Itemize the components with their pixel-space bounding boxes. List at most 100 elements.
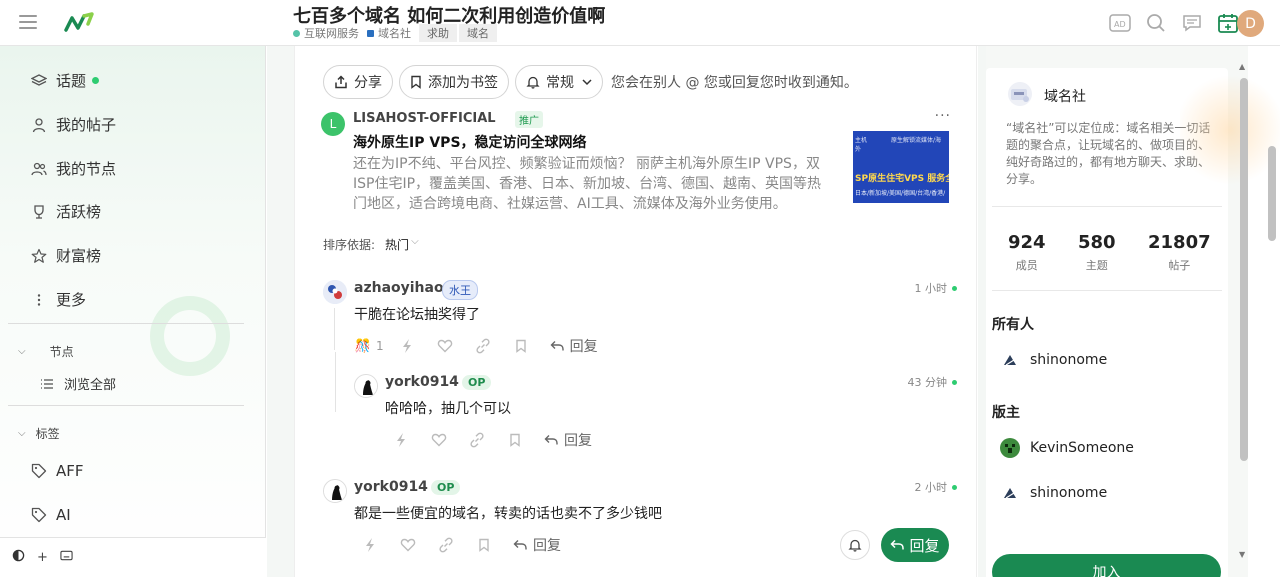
site-logo[interactable] xyxy=(64,12,96,34)
bookmark-icon[interactable] xyxy=(506,431,524,449)
sidebar-item-active-rank[interactable]: 活跃榜 xyxy=(30,201,101,222)
section-tags-header[interactable]: ⌵ 标签 xyxy=(18,425,60,442)
hamburger-menu-icon[interactable] xyxy=(19,15,37,29)
search-icon[interactable] xyxy=(1144,11,1168,35)
ad-author-name[interactable]: LISAHOST-OFFICIAL xyxy=(353,111,496,126)
boost-icon[interactable] xyxy=(361,536,379,554)
crumb-node[interactable]: 域名社 xyxy=(367,25,411,41)
more-options-icon[interactable]: ··· xyxy=(935,108,951,124)
nested-reply-post: york0914 OP 43 分钟 哈哈哈，抽几个可以 回复 xyxy=(335,352,957,452)
post-username[interactable]: azhaoyihao xyxy=(354,280,444,296)
sidebar-item-label: 活跃榜 xyxy=(56,203,102,221)
tag-icon xyxy=(30,506,48,524)
moderator-user[interactable]: KevinSomeone xyxy=(1000,438,1134,458)
sidebar-footer: + xyxy=(0,537,266,577)
section-nodes-header[interactable]: ⌵ 节点 xyxy=(18,343,74,360)
bookmark-button[interactable]: 添加为书签 xyxy=(399,65,509,99)
moderator-user[interactable]: shinonome xyxy=(1000,483,1107,503)
chat-icon[interactable] xyxy=(1180,11,1204,35)
decorative-ring xyxy=(150,296,230,376)
tag-chip[interactable]: 求助 xyxy=(419,24,457,42)
user-badge: 水王 xyxy=(442,280,478,300)
group-name[interactable]: 域名社 xyxy=(1044,86,1086,106)
user-avatar[interactable] xyxy=(354,374,378,398)
bookmark-icon[interactable] xyxy=(512,337,530,355)
reply-label: 回复 xyxy=(564,433,592,449)
reply-button[interactable]: 回复 xyxy=(544,430,592,450)
reaction-count: 1 xyxy=(376,339,384,353)
button-label: 添加为书签 xyxy=(428,75,498,91)
username: KevinSomeone xyxy=(1030,440,1134,456)
scroll-down-icon[interactable]: ▼ xyxy=(1239,550,1245,559)
crumb-category[interactable]: 互联网服务 xyxy=(293,25,359,41)
sidebar-item-my-nodes[interactable]: 我的节点 xyxy=(30,158,116,179)
user-avatar xyxy=(1000,483,1020,503)
user-avatar xyxy=(1000,350,1020,370)
divider xyxy=(992,206,1222,207)
time-label: 43 分钟 xyxy=(907,376,948,389)
bookmark-icon[interactable] xyxy=(475,536,493,554)
page-scrollbar[interactable] xyxy=(1267,46,1277,577)
section-label: 节点 xyxy=(49,345,74,359)
share-button[interactable]: 分享 xyxy=(323,65,393,99)
sidebar-item-tag-aff[interactable]: AFF xyxy=(30,462,84,480)
username: shinonome xyxy=(1030,485,1108,501)
boost-icon[interactable] xyxy=(398,337,416,355)
sponsored-post[interactable]: L LISAHOST-OFFICIAL 推广 ··· 海外原生IP VPS，稳定… xyxy=(321,108,951,220)
ad-icon[interactable]: AD xyxy=(1108,11,1132,35)
sidebar-item-my-posts[interactable]: 我的帖子 xyxy=(30,114,116,135)
sort-control[interactable]: 排序依据: 热门 ⌵ xyxy=(323,236,419,253)
user-avatar[interactable] xyxy=(323,280,347,304)
panel-scrollbar[interactable]: ▲ ▼ xyxy=(1238,62,1250,561)
stat-label: 帖子 xyxy=(1168,259,1191,272)
sidebar-item-more[interactable]: 更多 xyxy=(30,289,86,310)
button-label: 常规 xyxy=(546,75,574,91)
stat-value: 924 xyxy=(1008,232,1046,253)
ad-banner-image[interactable]: 主机 原生解锁流媒体/海外 SP原生住宅VPS 服务全 日本/新加坡/美国/德国… xyxy=(853,131,949,203)
notification-level-dropdown[interactable]: 常规 xyxy=(515,65,603,99)
reply-button[interactable]: 回复 xyxy=(513,535,561,555)
owner-user[interactable]: shinonome xyxy=(1000,350,1107,370)
ad-body: 还在为IP不纯、平台风控、频繁验证而烦恼？ 丽萨主机海外原生IP VPS，双IS… xyxy=(353,156,822,212)
sidebar-item-browse-all[interactable]: 浏览全部 xyxy=(38,374,116,393)
sidebar-item-label: AI xyxy=(56,506,71,524)
ad-avatar[interactable]: L xyxy=(321,112,345,136)
user-avatar[interactable]: D xyxy=(1237,10,1264,37)
group-avatar[interactable] xyxy=(1008,82,1032,106)
scrollbar-thumb[interactable] xyxy=(1240,78,1248,461)
scrollbar-thumb[interactable] xyxy=(1268,146,1276,241)
boost-icon[interactable] xyxy=(392,431,410,449)
online-dot xyxy=(952,484,957,490)
floating-reply-button[interactable]: 回复 xyxy=(881,528,949,562)
keyboard-icon[interactable] xyxy=(60,550,73,565)
ad-title[interactable]: 海外原生IP VPS，稳定访问全球网络 xyxy=(353,132,587,152)
sidebar-item-label: 财富榜 xyxy=(56,247,102,265)
join-group-button[interactable]: 加入 xyxy=(992,554,1221,577)
post-username[interactable]: york0914 xyxy=(354,479,428,495)
like-heart-icon[interactable] xyxy=(399,536,417,554)
user-avatar[interactable] xyxy=(323,479,347,503)
copy-link-icon[interactable] xyxy=(474,337,492,355)
sidebar-item-topics[interactable]: 话题 xyxy=(30,70,100,91)
scroll-up-icon[interactable]: ▲ xyxy=(1239,62,1245,71)
party-reaction-icon[interactable]: 🎊 xyxy=(354,337,372,355)
like-heart-icon[interactable] xyxy=(436,337,454,355)
plus-icon[interactable]: + xyxy=(37,550,48,565)
floating-notification-button[interactable] xyxy=(840,530,870,560)
sidebar-item-wealth-rank[interactable]: 财富榜 xyxy=(30,245,101,266)
reply-button[interactable]: 回复 xyxy=(550,336,598,356)
reply-label: 回复 xyxy=(569,339,598,355)
sort-value[interactable]: 热门 xyxy=(385,236,409,253)
like-heart-icon[interactable] xyxy=(430,431,448,449)
sidebar-item-tag-ai[interactable]: AI xyxy=(30,506,71,524)
post-body: 哈哈哈，抽几个可以 xyxy=(385,401,511,417)
copy-link-icon[interactable] xyxy=(437,536,455,554)
post-username[interactable]: york0914 xyxy=(385,374,459,390)
copy-link-icon[interactable] xyxy=(468,431,486,449)
theme-toggle-icon[interactable] xyxy=(12,549,25,566)
tag-chip[interactable]: 域名 xyxy=(459,24,497,42)
moderators-heading: 版主 xyxy=(992,405,1020,421)
post-actions: 回复 xyxy=(392,430,592,450)
background-strip xyxy=(978,46,986,577)
time-label: 2 小时 xyxy=(914,481,948,494)
